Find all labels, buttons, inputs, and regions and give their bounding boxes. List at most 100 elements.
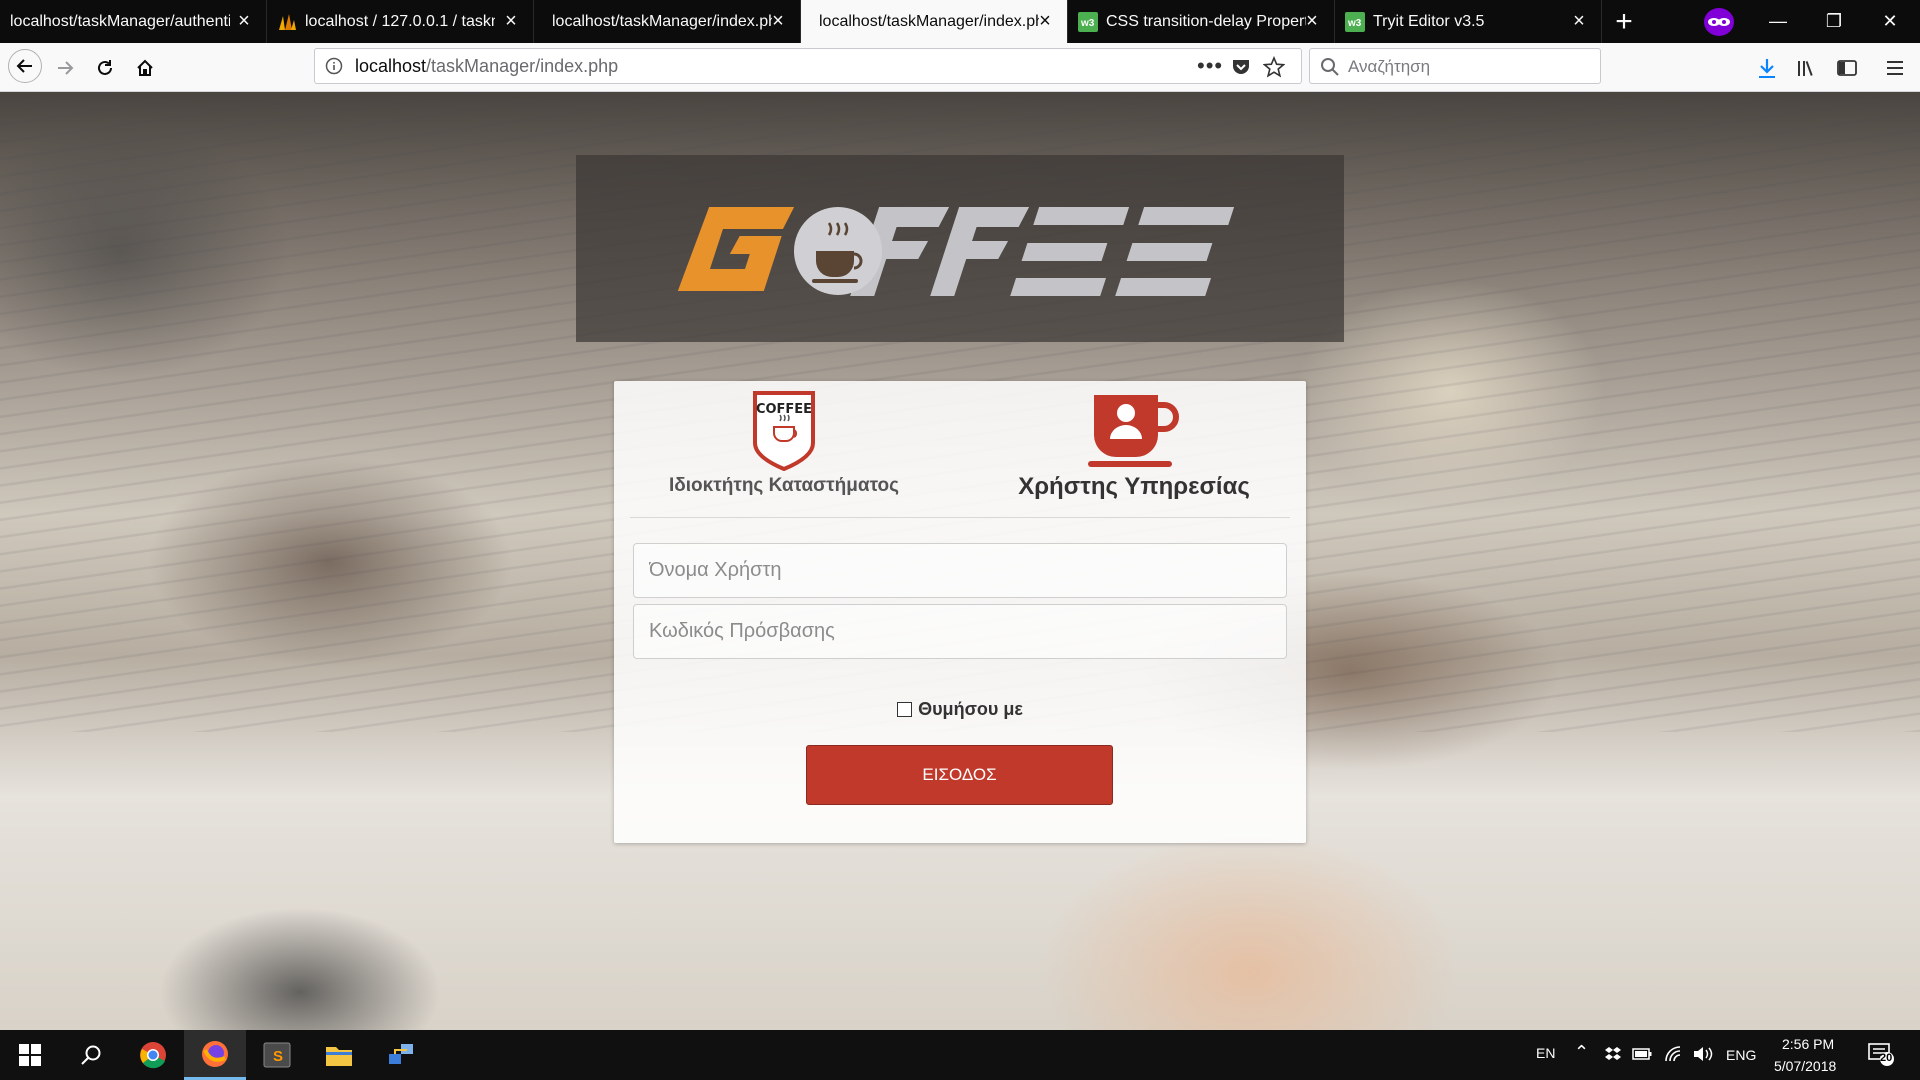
- back-button[interactable]: [8, 49, 42, 83]
- dropbox-icon[interactable]: [1604, 1046, 1622, 1067]
- url-host: localhost: [355, 56, 427, 76]
- search-icon: [1320, 57, 1340, 82]
- hamburger-menu-icon: [1887, 61, 1903, 75]
- home-button[interactable]: [128, 51, 162, 85]
- remember-me-label: Θυμήσου με: [918, 699, 1023, 719]
- sidebar-icon: [1837, 60, 1857, 76]
- svg-text:w3: w3: [1080, 18, 1095, 29]
- restore-button[interactable]: ❐: [1806, 0, 1862, 43]
- notifications-count: 20: [1880, 1052, 1893, 1064]
- firefox-icon: [202, 1040, 228, 1067]
- logo-banner: [576, 155, 1344, 342]
- tab-title: Tryit Editor v3.5: [1373, 12, 1485, 30]
- close-window-button[interactable]: ✕: [1862, 0, 1918, 43]
- coffee-logo: [677, 207, 1235, 296]
- tab-phpmyadmin[interactable]: localhost / 127.0.0.1 / taskma ×: [267, 0, 534, 43]
- sublime-text-icon: S: [263, 1042, 291, 1068]
- file-explorer-taskbar-button[interactable]: [308, 1030, 370, 1080]
- role-owner[interactable]: COFFEE Ιδιοκτήτης Καταστήματος: [654, 381, 914, 497]
- close-icon[interactable]: ×: [1035, 11, 1055, 31]
- tab-title: localhost / 127.0.0.1 / taskma: [305, 12, 495, 30]
- battery-icon[interactable]: [1632, 1047, 1652, 1066]
- reload-icon: [98, 60, 112, 75]
- user-cup-icon: [1086, 391, 1182, 471]
- chrome-icon: [140, 1042, 166, 1069]
- tab-title: localhost/taskManager/index.php: [552, 12, 772, 30]
- close-icon[interactable]: ×: [501, 11, 521, 31]
- download-icon: [1759, 59, 1775, 78]
- close-icon[interactable]: ×: [1302, 11, 1322, 31]
- divider: [630, 517, 1290, 518]
- volume-icon[interactable]: [1692, 1045, 1714, 1068]
- page-actions-icon[interactable]: •••: [1197, 53, 1223, 79]
- w3schools-icon: w3: [1345, 11, 1365, 32]
- remember-me-checkbox[interactable]: [897, 702, 913, 717]
- tab-index-active[interactable]: localhost/taskManager/index.php ×: [801, 0, 1068, 43]
- network-app-taskbar-button[interactable]: [370, 1030, 432, 1080]
- role-user[interactable]: Χρήστης Υπηρεσίας: [1004, 381, 1264, 501]
- svg-text:S: S: [273, 1048, 283, 1065]
- role-user-label: Χρήστης Υπηρεσίας: [1018, 473, 1250, 500]
- input-language[interactable]: ENG: [1726, 1047, 1756, 1063]
- taskbar: S EN ⌃ ENG 2:56 PM 5/07/2018 20: [0, 1030, 1920, 1080]
- library-icon: [1798, 61, 1813, 76]
- minimize-button[interactable]: —: [1750, 0, 1806, 43]
- close-icon[interactable]: ×: [1569, 11, 1589, 31]
- reload-button[interactable]: [88, 51, 122, 85]
- url-path: /taskManager/index.php: [426, 56, 619, 76]
- new-tab-button[interactable]: +: [1602, 0, 1646, 43]
- downloads-button[interactable]: [1750, 51, 1784, 85]
- windows-start-icon: [19, 1044, 41, 1066]
- w3schools-icon: w3: [1078, 11, 1098, 32]
- navigation-bar: localhost/taskManager/index.php ••• Αναζ…: [0, 43, 1920, 92]
- sublime-taskbar-button[interactable]: S: [246, 1030, 308, 1080]
- svg-text:w3: w3: [1347, 18, 1362, 29]
- wifi-icon[interactable]: [1664, 1045, 1684, 1068]
- search-icon: [81, 1045, 101, 1065]
- search-bar[interactable]: Αναζήτηση: [1309, 48, 1601, 84]
- forward-arrow-icon: [58, 61, 74, 75]
- firefox-taskbar-button[interactable]: [184, 1030, 246, 1080]
- page-content: COFFEE Ιδιοκτήτης Καταστήματος Χρήστης Υ…: [0, 92, 1920, 1030]
- phpmyadmin-icon: [277, 12, 297, 32]
- tab-title: localhost/taskManager/index.php: [819, 12, 1039, 30]
- folder-icon: [326, 1047, 352, 1066]
- start-button[interactable]: [0, 1030, 60, 1080]
- tab-authentication[interactable]: localhost/taskManager/authentic ×: [0, 0, 267, 43]
- sidebar-button[interactable]: [1830, 51, 1864, 85]
- close-icon[interactable]: ×: [768, 11, 788, 31]
- clock-date[interactable]: 5/07/2018: [1774, 1058, 1836, 1074]
- clock-time[interactable]: 2:56 PM: [1782, 1036, 1834, 1052]
- tab-css-transition[interactable]: w3 CSS transition-delay Property ×: [1068, 0, 1335, 43]
- close-icon[interactable]: ×: [234, 11, 254, 31]
- menu-button[interactable]: [1878, 51, 1912, 85]
- coffee-shop-badge-icon: COFFEE: [752, 391, 816, 472]
- tab-tryit-editor[interactable]: w3 Tryit Editor v3.5 ×: [1335, 0, 1602, 43]
- pocket-icon[interactable]: [1231, 57, 1251, 82]
- tab-strip: localhost/taskManager/authentic × localh…: [0, 0, 1920, 43]
- remember-me[interactable]: Θυμήσου με: [614, 699, 1306, 720]
- input-language-short[interactable]: EN: [1536, 1045, 1555, 1061]
- badge-text: COFFEE: [756, 402, 812, 417]
- forward-button[interactable]: [48, 51, 82, 85]
- private-browsing-icon: [1704, 8, 1734, 36]
- tab-title: CSS transition-delay Property: [1106, 12, 1306, 30]
- network-app-icon: [389, 1044, 413, 1064]
- username-input[interactable]: [633, 543, 1287, 598]
- search-button[interactable]: [60, 1030, 122, 1080]
- search-placeholder: Αναζήτηση: [1348, 57, 1431, 76]
- chrome-taskbar-button[interactable]: [122, 1030, 184, 1080]
- bookmark-star-icon[interactable]: [1262, 55, 1286, 83]
- chevron-up-icon[interactable]: ⌃: [1574, 1042, 1589, 1063]
- url-text: localhost/taskManager/index.php: [355, 56, 618, 77]
- password-input[interactable]: [633, 604, 1287, 659]
- login-button[interactable]: ΕΙΣΟΔΟΣ: [806, 745, 1113, 805]
- url-bar[interactable]: localhost/taskManager/index.php •••: [314, 48, 1302, 84]
- tab-index-1[interactable]: localhost/taskManager/index.php ×: [534, 0, 801, 43]
- library-button[interactable]: [1790, 51, 1824, 85]
- back-arrow-icon: [16, 59, 32, 73]
- tab-title: localhost/taskManager/authentic: [10, 12, 230, 30]
- login-card: COFFEE Ιδιοκτήτης Καταστήματος Χρήστης Υ…: [614, 381, 1306, 843]
- info-icon[interactable]: [325, 57, 343, 80]
- action-center-button[interactable]: 20: [1868, 1042, 1894, 1071]
